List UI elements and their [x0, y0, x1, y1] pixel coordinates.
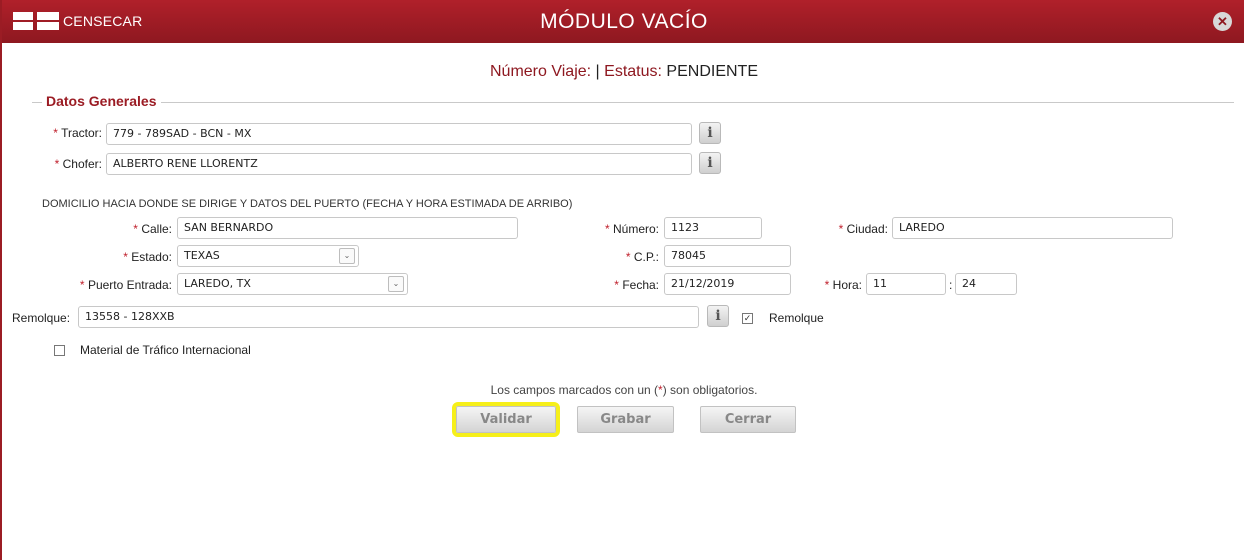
chofer-info-icon[interactable]: i: [699, 152, 721, 174]
validar-button[interactable]: Validar: [452, 402, 560, 437]
estado-selected-value: TEXAS: [184, 249, 220, 262]
status-label: Estatus:: [604, 63, 662, 80]
ciudad-label: * Ciudad:: [838, 222, 888, 236]
ciudad-field[interactable]: LAREDO: [892, 217, 1173, 239]
remolque-field[interactable]: 13558 - 128XXB: [78, 306, 699, 328]
puerto-selected-value: LAREDO, TX: [184, 277, 251, 290]
time-separator: :: [949, 278, 953, 292]
fecha-label: * Fecha:: [614, 278, 659, 292]
minutos-field[interactable]: 24: [955, 273, 1017, 295]
tractor-field[interactable]: 779 - 789SAD - BCN - MX: [106, 123, 692, 145]
cp-label: * C.P.:: [625, 250, 659, 264]
puerto-entrada-select[interactable]: LAREDO, TX ⌄: [177, 273, 408, 295]
material-label: Material de Tráfico Internacional: [80, 343, 251, 357]
window-title: MÓDULO VACÍO: [540, 10, 708, 33]
numero-label: * Número:: [604, 222, 659, 236]
required-fields-note: Los campos marcados con un (*) son oblig…: [490, 383, 758, 397]
cerrar-button[interactable]: Cerrar: [700, 406, 796, 433]
datos-generales-section: Datos Generales: [32, 93, 1234, 109]
hora-field[interactable]: 11: [866, 273, 946, 295]
numero-field[interactable]: 1123: [664, 217, 762, 239]
trip-status: Número Viaje: | Estatus: PENDIENTE: [2, 63, 1244, 81]
remolque-checkbox-label: Remolque: [769, 311, 824, 325]
calle-field[interactable]: SAN BERNARDO: [177, 217, 518, 239]
tractor-label: * Tractor:: [53, 126, 102, 140]
fecha-field[interactable]: 21/12/2019: [664, 273, 791, 295]
chofer-label: * Chofer:: [54, 157, 102, 171]
estado-label: * Estado:: [123, 250, 172, 264]
remolque-label: Remolque:: [12, 311, 71, 325]
chevron-down-icon[interactable]: ⌄: [339, 248, 355, 264]
material-checkbox[interactable]: [54, 345, 65, 356]
remolque-info-icon[interactable]: i: [707, 305, 729, 327]
trip-separator: |: [595, 63, 600, 80]
estado-select[interactable]: TEXAS ⌄: [177, 245, 359, 267]
tractor-info-icon[interactable]: i: [699, 122, 721, 144]
calle-label: * Calle:: [133, 222, 172, 236]
grabar-button[interactable]: Grabar: [577, 406, 674, 433]
hora-label: * Hora:: [824, 278, 862, 292]
modal-window: CENSECAR MÓDULO VACÍO ✕ Número Viaje: | …: [0, 0, 1244, 560]
title-bar: CENSECAR MÓDULO VACÍO ✕: [2, 0, 1244, 43]
trip-number-label: Número Viaje:: [490, 63, 592, 80]
chevron-down-icon[interactable]: ⌄: [388, 276, 404, 292]
section-legend: Datos Generales: [42, 93, 161, 109]
remolque-checkbox[interactable]: ✓: [742, 313, 753, 324]
puerto-entrada-label: * Puerto Entrada:: [79, 278, 172, 292]
cp-field[interactable]: 78045: [664, 245, 791, 267]
close-icon[interactable]: ✕: [1213, 12, 1232, 31]
domicilio-heading: DOMICILIO HACIA DONDE SE DIRIGE Y DATOS …: [42, 198, 573, 210]
section-divider: [32, 102, 1234, 103]
chofer-field[interactable]: ALBERTO RENE LLORENTZ: [106, 153, 692, 175]
status-value: PENDIENTE: [666, 63, 758, 80]
